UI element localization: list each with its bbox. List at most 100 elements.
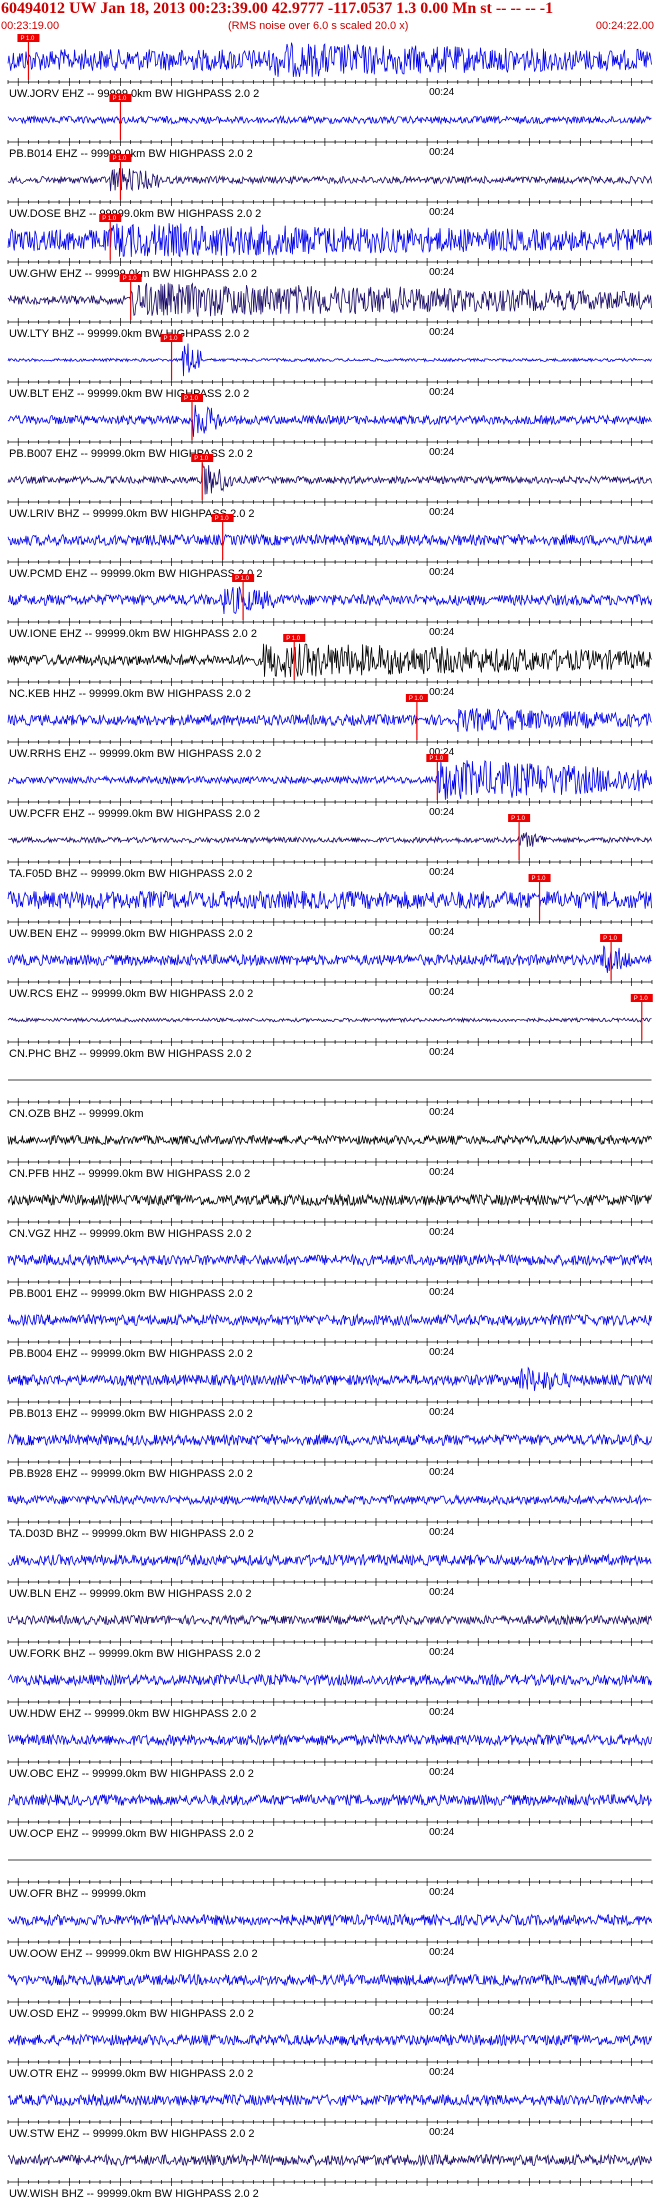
seismogram-panel: UW.JORV EHZ -- 99999.0km BW HIGHPASS 2.0… xyxy=(7,34,653,2198)
minute-tick-label: 00:24 xyxy=(429,2067,454,2078)
pick-label: P 1.0 xyxy=(102,216,117,222)
pick-label: P 1.0 xyxy=(603,936,618,942)
station-label: UW.BEN EHZ -- 99999.0km BW HIGHPASS 2.0 … xyxy=(9,928,253,940)
station-label: UW.OFR BHZ -- 99999.0km xyxy=(9,1888,146,1900)
minute-tick-label: 00:24 xyxy=(429,327,454,338)
station-label: PB.B001 EHZ -- 99999.0km BW HIGHPASS 2.0… xyxy=(9,1288,253,1300)
station-label: CN.PHC BHZ -- 99999.0km BW HIGHPASS 2.0 … xyxy=(9,1048,251,1060)
station-label: UW.JORV EHZ -- 99999.0km BW HIGHPASS 2.0… xyxy=(9,88,259,100)
minute-tick-label: 00:24 xyxy=(429,87,454,98)
station-label: UW.FORK BHZ -- 99999.0km BW HIGHPASS 2.0… xyxy=(9,1648,261,1660)
waveform-trace xyxy=(7,1433,652,1447)
waveform-trace xyxy=(7,2153,652,2167)
station-label: CN.VGZ HHZ -- 99999.0km BW HIGHPASS 2.0 … xyxy=(9,1228,251,1240)
station-label: UW.OCP EHZ -- 99999.0km BW HIGHPASS 2.0 … xyxy=(9,1828,254,1840)
station-label: UW.BLT EHZ -- 99999.0km BW HIGHPASS 2.0 … xyxy=(9,388,249,400)
minute-tick-label: 00:24 xyxy=(429,807,454,818)
minute-tick-label: 00:24 xyxy=(429,1227,454,1238)
pick-label: P 1.0 xyxy=(112,156,127,162)
minute-tick-label: 00:24 xyxy=(429,1587,454,1598)
station-label: UW.PCFR EHZ -- 99999.0km BW HIGHPASS 2.0… xyxy=(9,808,260,820)
minute-tick-label: 00:24 xyxy=(429,1527,454,1538)
station-label: UW.OTR EHZ -- 99999.0km BW HIGHPASS 2.0 … xyxy=(9,2068,253,2080)
minute-tick-label: 00:24 xyxy=(429,1767,454,1778)
minute-tick-label: 00:24 xyxy=(429,567,454,578)
pick-label: P 1.0 xyxy=(235,576,250,582)
station-label: TA.F05D BHZ -- 99999.0km BW HIGHPASS 2.0… xyxy=(9,868,253,880)
waveform-trace xyxy=(7,1313,652,1327)
waveform-trace xyxy=(7,463,652,495)
waveform-trace xyxy=(7,945,652,973)
minute-tick-label: 00:24 xyxy=(429,987,454,998)
minute-tick-label: 00:24 xyxy=(429,267,454,278)
station-label: NC.KEB HHZ -- 99999.0km BW HIGHPASS 2.0 … xyxy=(9,688,251,700)
pick-label: P 1.0 xyxy=(286,636,301,642)
waveform-trace xyxy=(7,1253,652,1267)
station-label: UW.OSD EHZ -- 99999.0km BW HIGHPASS 2.0 … xyxy=(9,2008,254,2020)
minute-tick-label: 00:24 xyxy=(429,1287,454,1298)
minute-tick-label: 00:24 xyxy=(429,1047,454,1058)
pick-label: P 1.0 xyxy=(112,96,127,102)
pick-label: P 1.0 xyxy=(532,876,547,882)
waveform-trace xyxy=(7,1793,652,1807)
waveform-trace xyxy=(7,708,652,733)
minute-tick-label: 00:24 xyxy=(429,1827,454,1838)
minute-tick-label: 00:24 xyxy=(429,1467,454,1478)
minute-tick-label: 00:24 xyxy=(429,1407,454,1418)
station-label: UW.OBC EHZ -- 99999.0km BW HIGHPASS 2.0 … xyxy=(9,1768,254,1780)
minute-tick-label: 00:24 xyxy=(429,2007,454,2018)
waveform-trace xyxy=(7,759,652,800)
waveform-trace xyxy=(7,1134,652,1146)
waveform-trace xyxy=(7,114,652,125)
minute-tick-label: 00:24 xyxy=(429,627,454,638)
station-label: UW.RRHS EHZ -- 99999.0km BW HIGHPASS 2.0… xyxy=(9,748,261,760)
waveform-trace xyxy=(7,223,652,258)
pick-label: P 1.0 xyxy=(164,336,179,342)
waveform-trace xyxy=(7,1366,652,1391)
waveform-trace xyxy=(7,1494,652,1506)
pick-label: P 1.0 xyxy=(20,36,35,42)
waveform-trace xyxy=(7,343,652,377)
pick-label: P 1.0 xyxy=(123,276,138,282)
station-label: UW.BLN EHZ -- 99999.0km BW HIGHPASS 2.0 … xyxy=(9,1588,251,1600)
waveform-trace xyxy=(7,404,652,437)
waveform-trace xyxy=(8,832,652,847)
station-label: PB.B013 EHZ -- 99999.0km BW HIGHPASS 2.0… xyxy=(9,1408,253,1420)
waveform-trace xyxy=(7,1614,652,1626)
station-label: PB.B928 EHZ -- 99999.0km BW HIGHPASS 2.0… xyxy=(9,1468,253,1480)
waveform-trace xyxy=(7,890,652,911)
station-label: UW.IONE EHZ -- 99999.0km BW HIGHPASS 2.0… xyxy=(9,628,257,640)
station-label: UW.DOSE BHZ -- 99999.0km BW HIGHPASS 2.0… xyxy=(9,208,261,220)
waveform-trace xyxy=(7,1016,652,1024)
minute-tick-label: 00:24 xyxy=(429,2127,454,2138)
minute-tick-label: 00:24 xyxy=(429,1107,454,1118)
pick-label: P 1.0 xyxy=(184,396,199,402)
minute-tick-label: 00:24 xyxy=(429,927,454,938)
waveform-trace xyxy=(7,1913,652,1927)
station-label: UW.LTY BHZ -- 99999.0km BW HIGHPASS 2.0 … xyxy=(9,328,249,340)
station-label: CN.PFB HHZ -- 99999.0km BW HIGHPASS 2.0 … xyxy=(9,1168,250,1180)
waveform-trace xyxy=(7,643,652,678)
minute-tick-label: 00:24 xyxy=(429,687,454,698)
waveform-trace xyxy=(7,1553,652,1567)
station-label: PB.B007 EHZ -- 99999.0km BW HIGHPASS 2.0… xyxy=(9,448,253,460)
pick-label: P 1.0 xyxy=(409,696,424,702)
minute-tick-label: 00:24 xyxy=(429,447,454,458)
minute-tick-label: 00:24 xyxy=(429,1887,454,1898)
waveform-trace xyxy=(7,1193,652,1207)
minute-tick-label: 00:24 xyxy=(429,1707,454,1718)
waveform-trace xyxy=(7,42,652,77)
station-label: UW.WISH BHZ -- 99999.0km BW HIGHPASS 2.0… xyxy=(9,2188,259,2198)
minute-tick-label: 00:24 xyxy=(429,867,454,878)
station-label: CN.OZB BHZ -- 99999.0km xyxy=(9,1108,143,1120)
minute-tick-label: 00:24 xyxy=(429,1347,454,1358)
minute-tick-label: 00:24 xyxy=(429,1647,454,1658)
waveform-trace xyxy=(7,586,652,615)
minute-tick-label: 00:24 xyxy=(429,507,454,518)
station-label: PB.B004 EHZ -- 99999.0km BW HIGHPASS 2.0… xyxy=(9,1348,253,1360)
pick-label: P 1.0 xyxy=(429,756,444,762)
station-label: UW.HDW EHZ -- 99999.0km BW HIGHPASS 2.0 … xyxy=(9,1708,256,1720)
station-label: UW.RCS EHZ -- 99999.0km BW HIGHPASS 2.0 … xyxy=(9,988,253,1000)
pick-label: P 1.0 xyxy=(511,816,526,822)
waveform-trace xyxy=(7,1733,652,1747)
